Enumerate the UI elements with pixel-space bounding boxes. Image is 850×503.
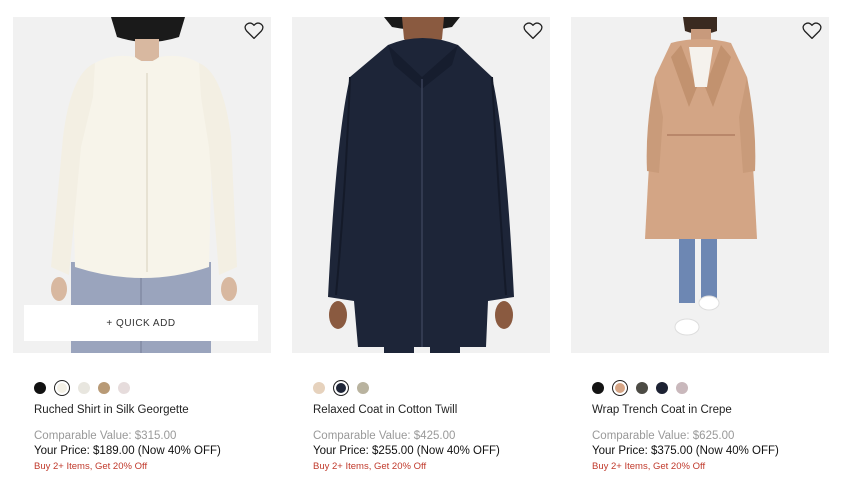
price-block: Comparable Value: $315.00 Your Price: $1… xyxy=(13,430,271,472)
price-block: Comparable Value: $425.00 Your Price: $2… xyxy=(292,430,550,472)
product-card[interactable]: Wrap Trench Coat in Crepe Comparable Val… xyxy=(571,17,829,472)
color-swatch[interactable] xyxy=(636,381,648,394)
color-swatch[interactable] xyxy=(54,379,70,396)
wishlist-heart-icon[interactable] xyxy=(523,22,543,40)
color-swatch[interactable] xyxy=(78,381,90,394)
product-image[interactable] xyxy=(292,17,550,353)
product-name[interactable]: Ruched Shirt in Silk Georgette xyxy=(13,404,271,416)
wishlist-heart-icon[interactable] xyxy=(802,22,822,40)
wishlist-heart-icon[interactable] xyxy=(244,22,264,40)
product-grid: + QUICK ADD Ruched Shirt in Silk Georget… xyxy=(0,0,850,503)
color-swatch[interactable] xyxy=(612,379,628,396)
product-photo xyxy=(51,17,237,353)
product-image[interactable] xyxy=(571,17,829,353)
promo-text: Buy 2+ Items, Get 20% Off xyxy=(34,461,148,472)
color-swatch[interactable] xyxy=(676,381,688,394)
color-swatch[interactable] xyxy=(118,381,130,394)
comparable-value: Comparable Value: $625.00 xyxy=(592,430,735,442)
your-price: Your Price: $255.00 (Now 40% OFF) xyxy=(313,445,500,457)
color-swatch[interactable] xyxy=(98,381,110,394)
promo-text: Buy 2+ Items, Get 20% Off xyxy=(592,461,706,472)
promo-text: Buy 2+ Items, Get 20% Off xyxy=(313,461,427,472)
product-name[interactable]: Relaxed Coat in Cotton Twill xyxy=(292,404,550,416)
comparable-value: Comparable Value: $425.00 xyxy=(313,430,456,442)
product-image[interactable]: + QUICK ADD xyxy=(13,17,271,353)
your-price: Your Price: $375.00 (Now 40% OFF) xyxy=(592,445,779,457)
color-swatch[interactable] xyxy=(592,381,604,394)
color-swatches xyxy=(13,379,271,396)
color-swatches xyxy=(292,379,550,396)
product-photo xyxy=(328,17,514,353)
price-block: Comparable Value: $625.00 Your Price: $3… xyxy=(571,430,829,472)
color-swatch[interactable] xyxy=(313,381,325,394)
comparable-value: Comparable Value: $315.00 xyxy=(34,430,177,442)
product-name[interactable]: Wrap Trench Coat in Crepe xyxy=(571,404,829,416)
your-price: Your Price: $189.00 (Now 40% OFF) xyxy=(34,445,221,457)
color-swatch[interactable] xyxy=(357,381,369,394)
color-swatch[interactable] xyxy=(333,379,349,396)
color-swatch[interactable] xyxy=(656,381,668,394)
product-card[interactable]: + QUICK ADD Ruched Shirt in Silk Georget… xyxy=(13,17,271,472)
product-photo xyxy=(645,17,757,336)
color-swatch[interactable] xyxy=(34,381,46,394)
product-card[interactable]: Relaxed Coat in Cotton Twill Comparable … xyxy=(292,17,550,472)
color-swatches xyxy=(571,379,829,396)
quick-add-button[interactable]: + QUICK ADD xyxy=(24,305,258,341)
